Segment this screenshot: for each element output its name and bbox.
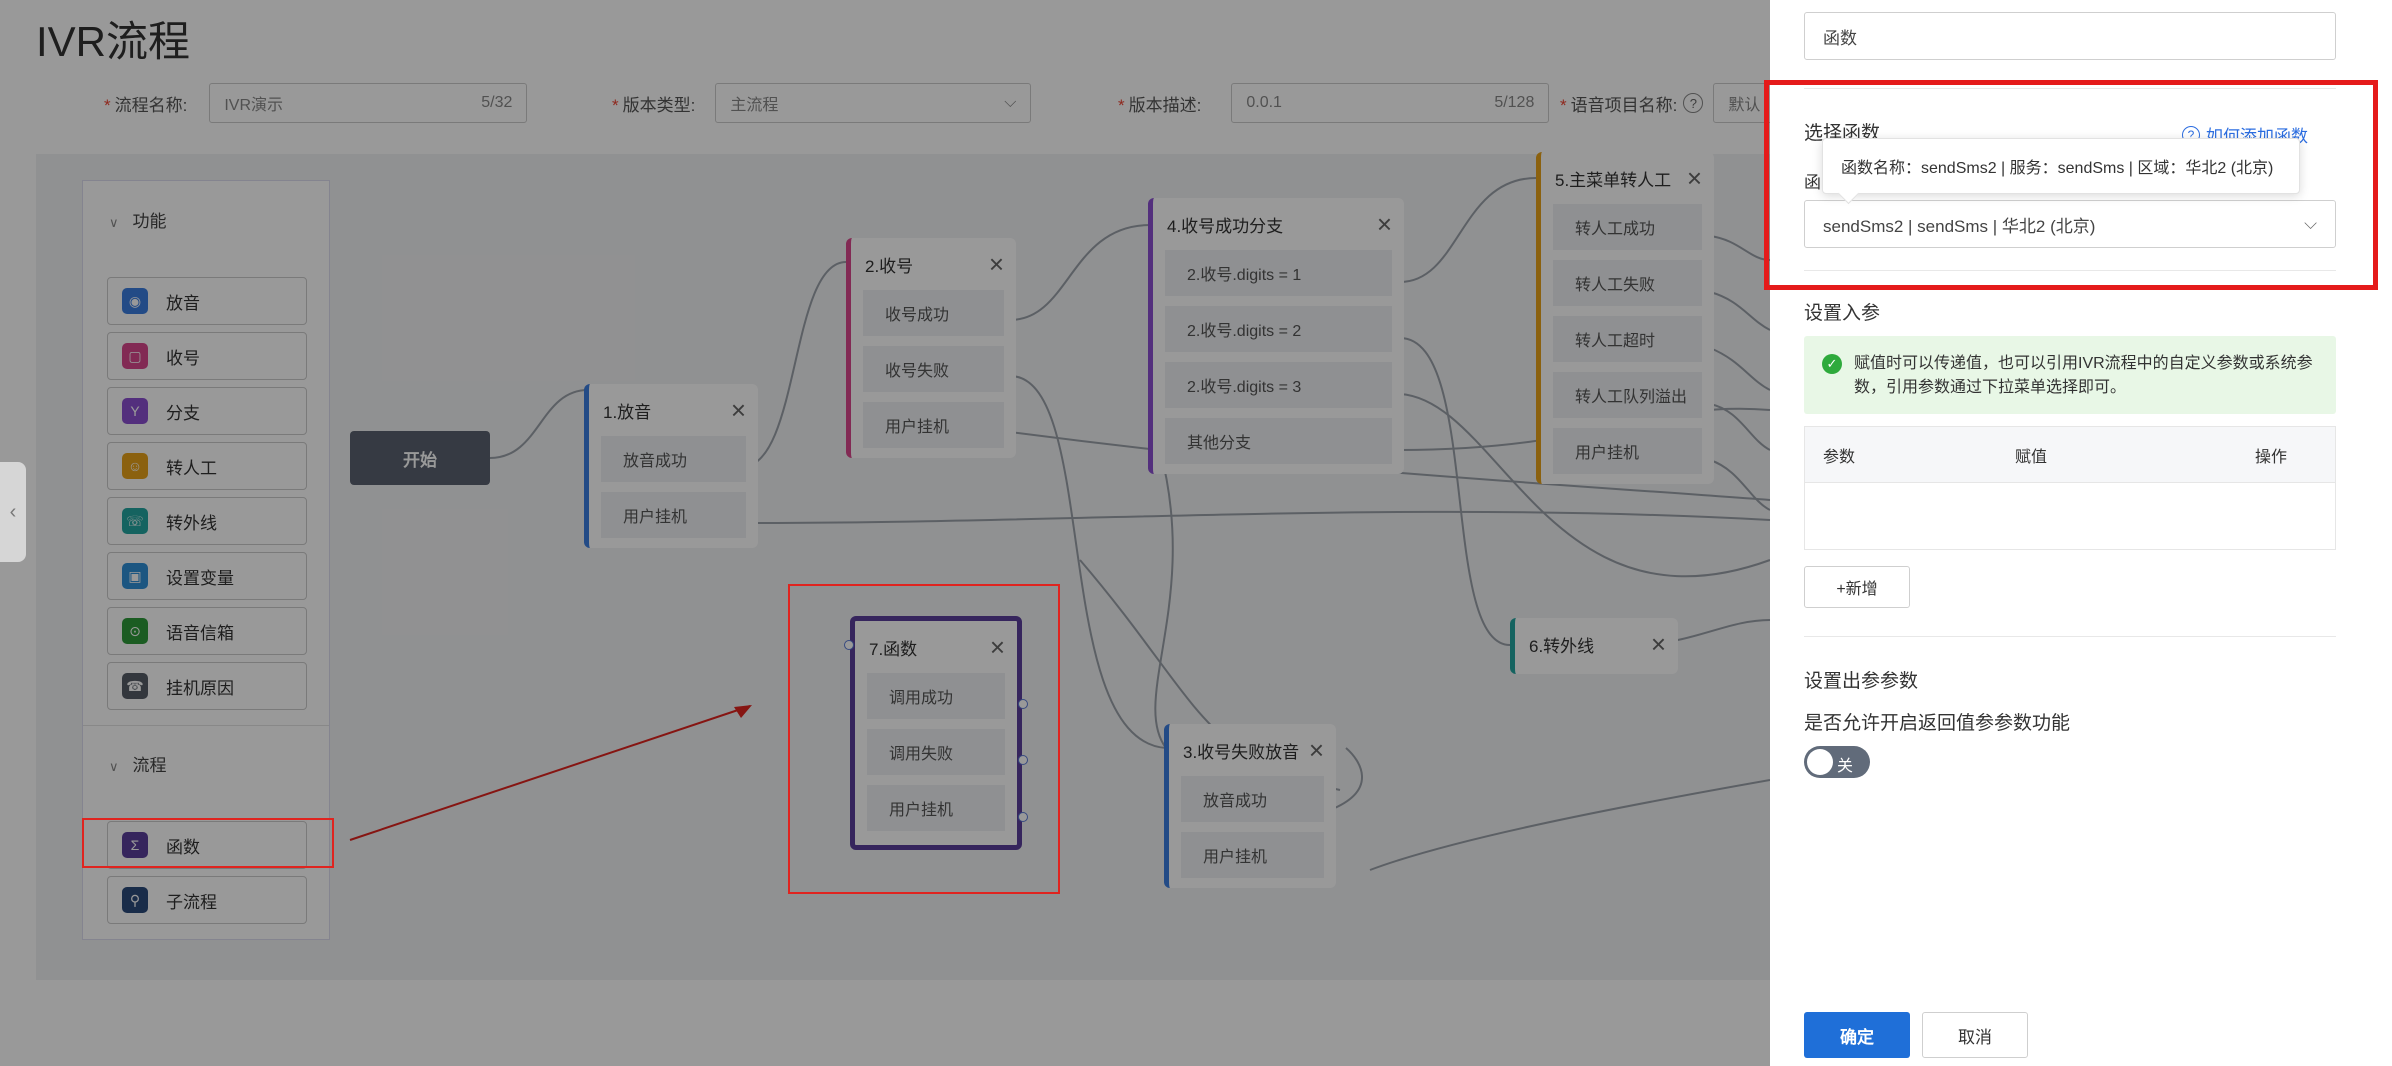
allow-return-label: 是否允许开启返回值参参数功能	[1804, 713, 2071, 734]
info-text: 赋值时可以传递值，也可以引用IVR流程中的自定义参数或系统参数，引用参数通过下拉…	[1854, 355, 2313, 396]
set-input-params-heading: 设置入参	[1804, 303, 1881, 324]
column-header: 操作	[2255, 448, 2288, 466]
info-alert: ✓ 赋值时可以传递值，也可以引用IVR流程中的自定义参数或系统参数，引用参数通过…	[1804, 336, 2336, 414]
annotation-box-function-node	[788, 584, 1060, 894]
annotation-box-select-function	[1764, 80, 2378, 290]
modal-overlay[interactable]	[0, 0, 1770, 1066]
cancel-button[interactable]: 取消	[1922, 1012, 2028, 1058]
node-name-input[interactable]: 函数	[1804, 12, 2336, 60]
toggle-label: 关	[1837, 758, 1854, 775]
check-circle-icon: ✓	[1822, 354, 1842, 374]
confirm-button[interactable]: 确定	[1804, 1012, 1910, 1058]
set-output-params-heading: 设置出参参数	[1804, 671, 1919, 692]
table-header: 参数 赋值 操作	[1805, 427, 2335, 483]
column-header: 参数	[1823, 448, 1856, 466]
chevron-left-icon: ‹	[9, 500, 17, 523]
input-params-table: 参数 赋值 操作	[1804, 426, 2336, 550]
return-toggle[interactable]: 关	[1804, 746, 1870, 778]
ivr-flow-page: IVR流程 * 流程名称: IVR演示 5/32 * 版本类型: 主流程 ⌵ * 版本…	[0, 0, 1874, 1066]
annotation-box-palette-function	[82, 818, 334, 868]
column-header: 赋值	[2015, 448, 2048, 466]
add-param-button[interactable]: +新增	[1804, 566, 1910, 608]
collapse-tab[interactable]: ‹	[0, 462, 26, 562]
divider	[1804, 636, 2336, 637]
toggle-knob	[1807, 749, 1833, 775]
